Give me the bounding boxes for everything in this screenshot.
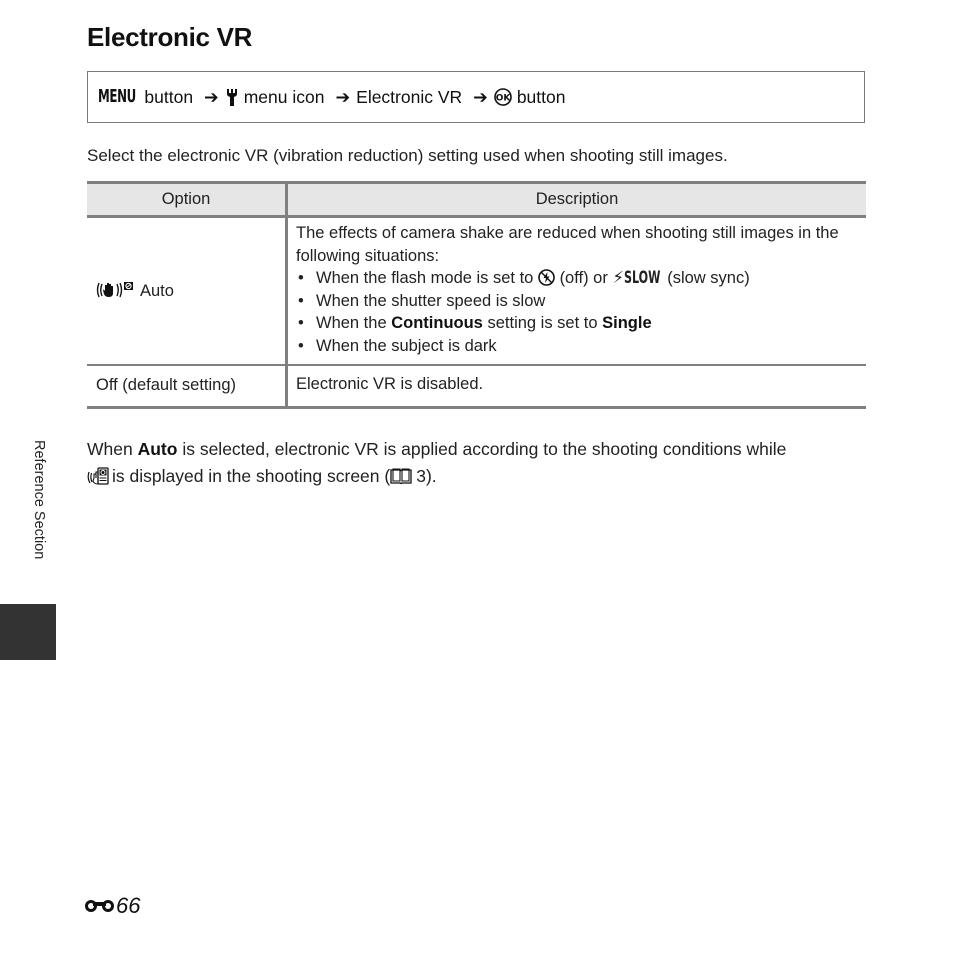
svg-text:OK: OK	[496, 94, 512, 104]
description-cell-off: Electronic VR is disabled.	[286, 364, 866, 409]
page-number-text: 66	[116, 893, 141, 918]
page-number: 66	[84, 893, 140, 919]
note-page-reference[interactable]: 3).	[416, 466, 436, 486]
arrow-right-icon: ➔	[335, 86, 351, 107]
reference-section-icon	[85, 900, 114, 912]
nav-button-word: button	[144, 86, 194, 107]
option-cell-off: Off (default setting)	[87, 364, 288, 409]
header-option: Option	[87, 181, 288, 218]
electronic-vr-hand-icon	[87, 467, 109, 485]
note-text: When	[87, 439, 133, 459]
bullet-text: (slow sync)	[667, 269, 750, 288]
table-row: Auto The effects of camera shake are red…	[87, 216, 866, 366]
bullet-text: (off) or	[559, 269, 608, 288]
header-description: Description	[286, 181, 866, 218]
description-intro: The effects of camera shake are reduced …	[296, 224, 839, 265]
list-item: When the Continuous setting is set to Si…	[296, 312, 858, 335]
flash-off-icon	[538, 269, 555, 286]
list-item: When the shutter speed is slow	[296, 290, 858, 313]
flash-slow-sync-icon: ⚡SLOW	[612, 268, 662, 288]
arrow-right-icon: ➔	[204, 86, 219, 107]
option-cell-auto: Auto	[87, 216, 288, 366]
continuous-setting-name: Continuous	[391, 314, 483, 333]
electronic-vr-auto-icon	[96, 281, 133, 298]
bullet-text: When the	[316, 314, 387, 333]
book-reference-icon	[390, 468, 412, 484]
nav-ok-button-word: button	[516, 86, 566, 107]
table-row: Off (default setting) Electronic VR is d…	[87, 364, 866, 409]
note-text: is selected, electronic VR is applied ac…	[182, 439, 787, 459]
bullet-text: When the flash mode is set to	[316, 269, 534, 288]
bullet-text: setting is set to	[487, 314, 598, 333]
list-item: When the flash mode is set to (off) or ⚡…	[296, 267, 858, 290]
options-table: Option Description Auto The effects of c…	[87, 181, 866, 409]
menu-button-icon: MENU	[98, 87, 136, 107]
section-side-label: Reference Section	[31, 440, 47, 560]
note-auto-bold: Auto	[137, 439, 178, 459]
intro-text: Select the electronic VR (vibration redu…	[87, 146, 728, 165]
note-paragraph: When Auto is selected, electronic VR is …	[87, 436, 867, 490]
nav-menu-icon-label: menu icon	[243, 86, 325, 107]
arrow-right-icon: ➔	[473, 86, 488, 107]
situation-list: When the flash mode is set to (off) or ⚡…	[296, 267, 858, 357]
nav-item-electronic-vr: Electronic VR	[356, 86, 463, 107]
wrench-icon	[226, 89, 237, 106]
section-tab-marker	[0, 604, 56, 660]
option-label-auto: Auto	[140, 281, 174, 300]
page-title: Electronic VR	[87, 22, 253, 52]
table-header-row: Option Description	[87, 181, 866, 218]
slow-label: SLOW	[624, 268, 661, 288]
menu-navigation-path: MENU button ➔ menu icon ➔ Electronic VR …	[87, 71, 865, 123]
ok-button-icon: OK	[494, 88, 512, 106]
list-item: When the subject is dark	[296, 335, 858, 358]
note-text: is displayed in the shooting screen (	[112, 466, 391, 486]
single-value-name: Single	[602, 314, 652, 333]
description-cell-auto: The effects of camera shake are reduced …	[286, 216, 866, 366]
